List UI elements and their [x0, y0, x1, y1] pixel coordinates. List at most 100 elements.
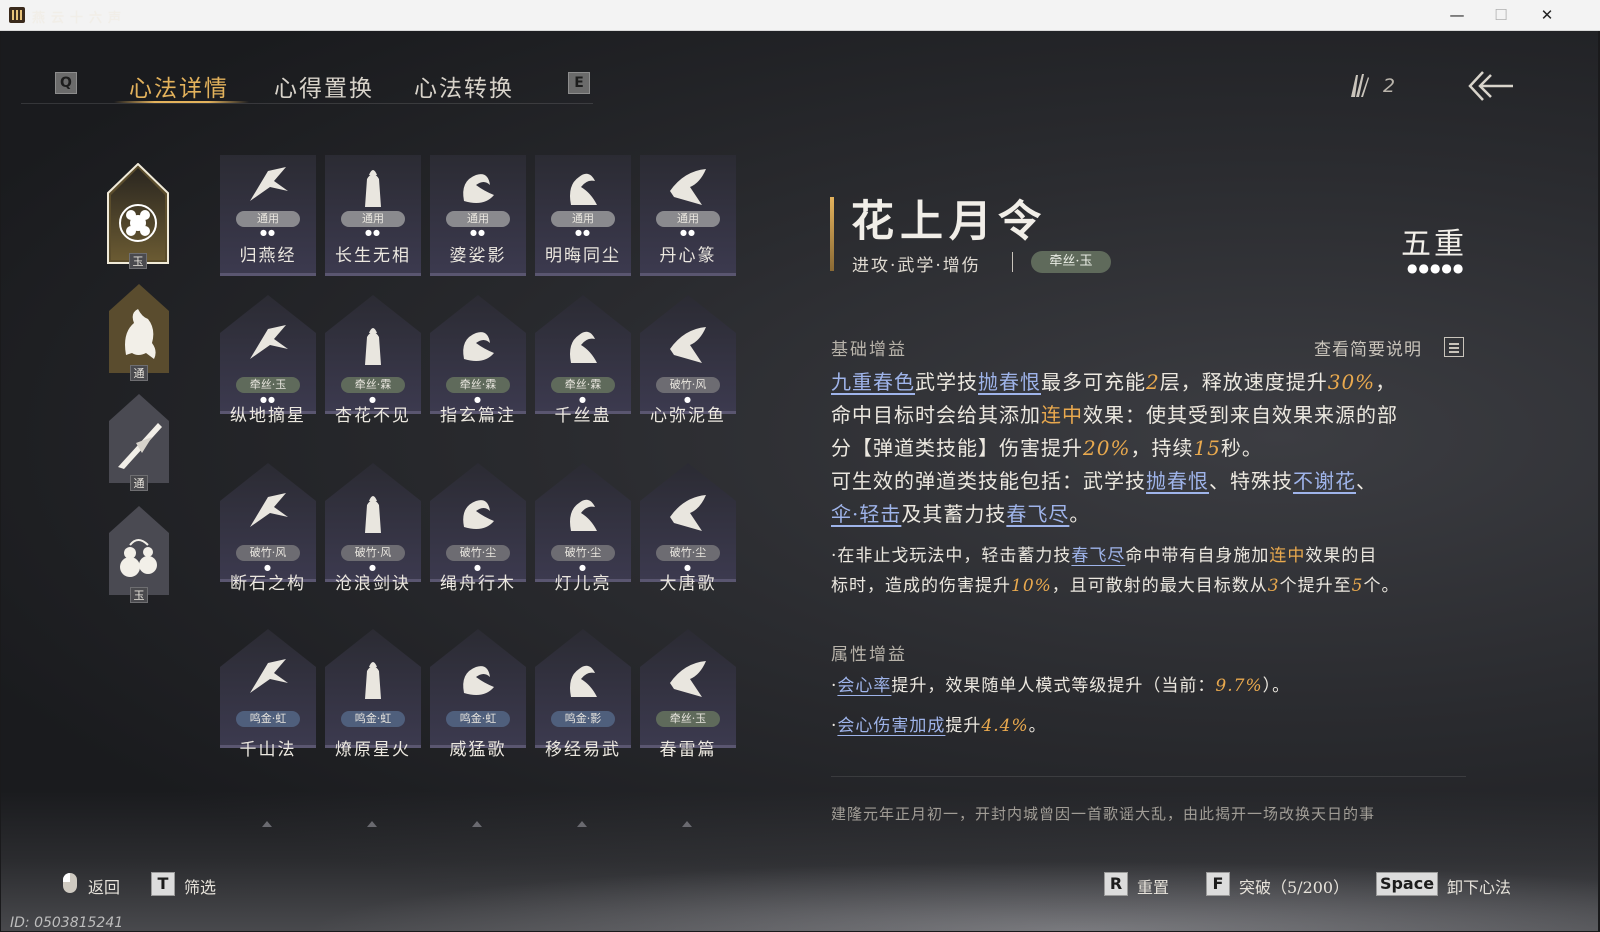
list-icon[interactable]: [1444, 337, 1464, 357]
unload-skill-hint[interactable]: 卸下心法: [1447, 874, 1511, 898]
skill-link[interactable]: 抛春恨: [1146, 469, 1209, 493]
skill-name: 威猛歌: [449, 740, 507, 760]
tab-skill-convert[interactable]: 心法转换: [414, 69, 514, 103]
skill-art-icon: [365, 328, 381, 365]
basic-bonus-text: 九重春色武学技抛春恨最多可充能2层，释放速度提升30%， 命中目标时会给其添加连…: [831, 370, 1398, 526]
skill-card[interactable]: 鸣金·虹威猛歌: [430, 627, 526, 760]
skill-card[interactable]: 鸣金·虹 燎原星火: [325, 627, 421, 760]
breakthrough-hint[interactable]: 突破（5/200）: [1239, 874, 1349, 898]
attribute-bonus-heading: 属性增益: [831, 645, 907, 665]
skill-card[interactable]: 鸣金·影 移经易武: [535, 627, 631, 760]
skill-level-dots: ●●: [470, 228, 486, 237]
skill-art-icon: [670, 495, 706, 531]
skill-tag: 通用: [236, 211, 300, 227]
reset-key[interactable]: R: [1104, 872, 1128, 896]
filter-hint[interactable]: 筛选: [184, 874, 216, 898]
skill-card[interactable]: 牵丝·玉 春雷篇: [640, 627, 736, 760]
filter-key[interactable]: T: [151, 872, 175, 896]
skill-tag: 通用: [656, 211, 720, 227]
skill-card[interactable]: 破竹·风 ● 心弥泥鱼: [640, 293, 736, 426]
category-horse[interactable]: 通: [108, 283, 170, 381]
minimize-button[interactable]: —: [1434, 0, 1480, 31]
skill-card[interactable]: 破竹·尘 ● 灯儿亮: [535, 461, 631, 594]
skill-name: 灯儿亮: [554, 574, 612, 594]
skill-art-icon: [463, 174, 494, 203]
skill-tag: 破竹·尘: [656, 545, 720, 561]
skill-level-dots: ●●: [680, 228, 696, 237]
skill-art-icon: [463, 500, 494, 529]
attribute-link[interactable]: 会心伤害加成: [837, 716, 945, 736]
skill-card[interactable]: 破竹·尘 ● 大唐歌: [640, 461, 736, 594]
skill-name: 归燕经: [239, 246, 297, 266]
skill-card[interactable]: 破竹·风 ● 沧浪剑诀: [325, 461, 421, 594]
skill-art-icon: [250, 325, 288, 359]
tab-insight-swap[interactable]: 心得置换: [274, 69, 374, 103]
tab-next-key[interactable]: E: [568, 72, 590, 94]
skill-name: 心弥泥鱼: [650, 406, 726, 426]
skill-tag: 牵丝·玉: [236, 377, 300, 393]
breakthrough-key[interactable]: F: [1206, 872, 1230, 896]
skill-link[interactable]: 春飞尽: [1006, 502, 1069, 526]
maximize-button[interactable]: ☐: [1478, 0, 1524, 31]
mouse-icon: [63, 873, 77, 893]
skill-tag: 牵丝·霖: [551, 377, 615, 393]
skill-name: 沧浪剑诀: [335, 574, 411, 594]
skill-card[interactable]: 鸣金·虹 千山法: [220, 627, 316, 760]
back-hint[interactable]: 返回: [88, 874, 120, 898]
skill-link[interactable]: 伞·轻击: [831, 502, 901, 526]
skill-art-icon: [570, 665, 597, 697]
skill-tag: 通用: [446, 211, 510, 227]
scroll-more-icon: [262, 821, 272, 827]
skill-card[interactable]: 牵丝·霖 ● 杏花不见: [325, 293, 421, 426]
tab-prev-key[interactable]: Q: [55, 72, 77, 94]
category-flower[interactable]: 玉: [107, 163, 169, 271]
skill-school-tag: 牵丝·玉: [1031, 251, 1111, 273]
skill-art-icon: [463, 332, 494, 361]
skill-card[interactable]: 通用 ●● 明晦同尘: [535, 155, 631, 280]
skill-link[interactable]: 抛春恨: [978, 370, 1041, 394]
category-badge: 玉: [130, 587, 148, 603]
game-viewport: Q 心法详情 心得置换 心法转换 E 2 玉 通 通 玉 通用 ●● 归燕经 通…: [1, 31, 1598, 931]
skill-card[interactable]: 通用 ●● 归燕经: [220, 155, 316, 280]
skill-art-icon: [365, 496, 381, 533]
skill-name: 春雷篇: [659, 740, 717, 760]
skill-art-icon: [670, 661, 706, 697]
scroll-more-icon: [577, 821, 587, 827]
back-arrow-icon[interactable]: [1467, 69, 1515, 103]
skill-subtitle: 进攻·武学·增伤: [852, 256, 981, 276]
skill-card[interactable]: 牵丝·玉 ●● 纵地摘星: [220, 293, 316, 426]
tab-skill-detail[interactable]: 心法详情: [129, 69, 229, 103]
skill-card[interactable]: 通用 ●● 长生无相: [325, 155, 421, 280]
skill-link[interactable]: 九重春色: [831, 370, 915, 394]
category-badge: 通: [130, 365, 148, 381]
unload-key[interactable]: Space: [1376, 872, 1438, 896]
skill-level-dots: ●●: [260, 228, 276, 237]
skill-link[interactable]: 不谢花: [1293, 469, 1356, 493]
skill-tag: 破竹·风: [341, 545, 405, 561]
skill-card[interactable]: 破竹·尘 ● 绳舟行木: [430, 461, 526, 594]
skill-link[interactable]: 春飞尽: [1071, 546, 1125, 566]
skill-tag: 鸣金·虹: [446, 711, 510, 727]
close-button[interactable]: ✕: [1524, 0, 1570, 31]
skill-tag: 鸣金·影: [551, 711, 615, 727]
skill-tag: 牵丝·霖: [446, 377, 510, 393]
skill-card[interactable]: 牵丝·霖 ● 千丝蛊: [535, 293, 631, 426]
skill-art-icon: [570, 331, 597, 363]
category-badge: 玉: [129, 253, 147, 269]
attribute-link[interactable]: 会心率: [837, 676, 891, 696]
reset-hint[interactable]: 重置: [1137, 874, 1169, 898]
window-title: 燕云十六声: [32, 11, 128, 26]
skill-tag: 破竹·风: [236, 545, 300, 561]
skill-card[interactable]: 通用 ●● 丹心篆: [640, 155, 736, 280]
skill-rank: 五重: [1401, 227, 1467, 262]
title-accent-bar: [830, 197, 834, 271]
category-gourd[interactable]: 玉: [108, 505, 170, 603]
feather-currency-icon: [1351, 74, 1369, 97]
lore-divider: [831, 776, 1466, 777]
skill-name: 千丝蛊: [554, 406, 612, 426]
skill-card[interactable]: 牵丝·霖 ● 指玄篇注: [430, 293, 526, 426]
skill-card[interactable]: 破竹·风 ● 断石之构: [220, 461, 316, 594]
category-blade[interactable]: 通: [108, 393, 170, 491]
view-brief-description-link[interactable]: 查看简要说明: [1314, 335, 1422, 360]
skill-card[interactable]: 通用 ●● 婆娑影: [430, 155, 526, 280]
